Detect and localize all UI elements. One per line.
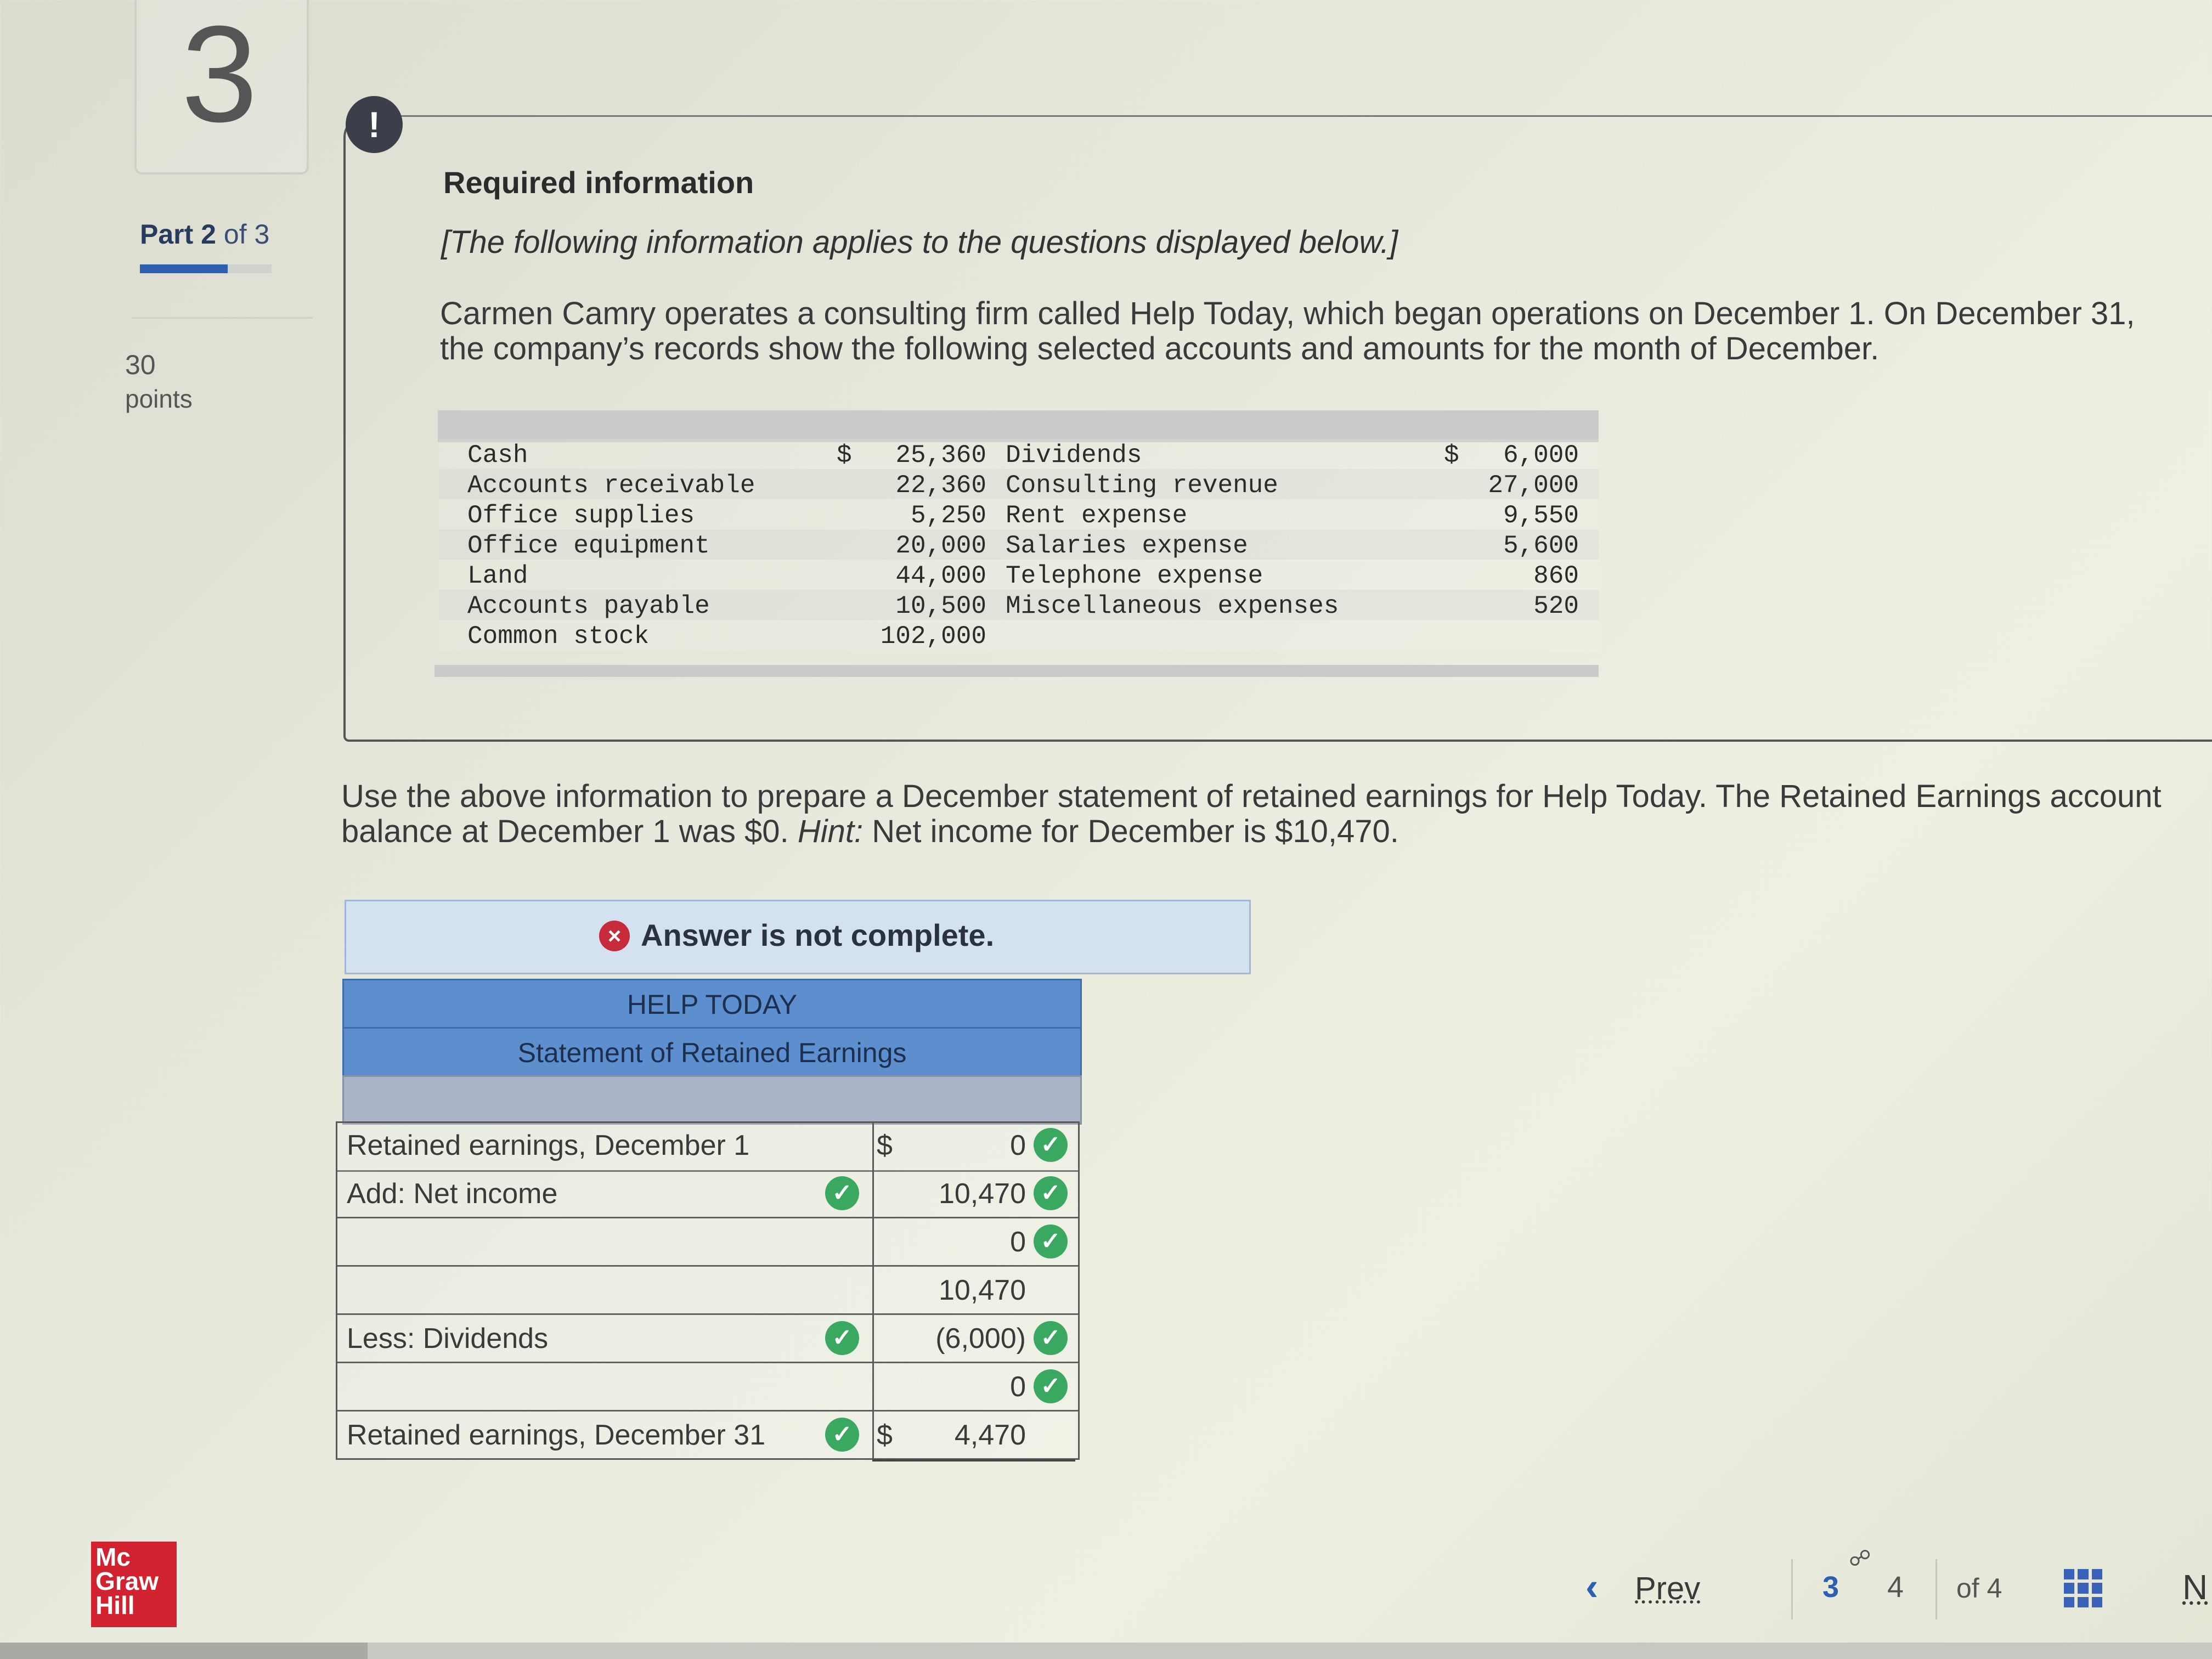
statement-row-label-field[interactable]: Less: Dividends (347, 1322, 548, 1355)
statement-amount-field[interactable]: 0 (872, 1129, 1026, 1162)
statement-date-row (342, 1075, 1082, 1125)
page-total: of 4 (1956, 1573, 2002, 1604)
required-info-paragraph: Carmen Camry operates a consulting firm … (440, 296, 2135, 366)
required-info-title: Required information (443, 165, 754, 200)
account-name: Dividends (1006, 441, 1142, 470)
account-amount: 5,600 (1503, 532, 1579, 560)
statement-amount-field[interactable]: 0 (872, 1226, 1026, 1259)
account-amount: 6,000 (1503, 441, 1579, 470)
total-double-underline (872, 1459, 1075, 1462)
statement-row-label-field[interactable]: Add: Net income (347, 1177, 557, 1210)
statement-amount-field[interactable]: 10,470 (872, 1274, 1026, 1307)
grid-icon[interactable] (2064, 1569, 2102, 1607)
hint-label: Hint: (797, 814, 864, 849)
statement-company: HELP TODAY (342, 979, 1082, 1030)
account-amount: 102,000 (880, 622, 986, 651)
part-progress-fill (140, 264, 228, 273)
next-button[interactable]: N (2182, 1567, 2208, 1607)
statement-title: Statement of Retained Earnings (342, 1027, 1082, 1079)
alert-icon: ! (346, 96, 403, 153)
logo-line: Graw (95, 1567, 159, 1595)
statement-amount-field[interactable]: 4,470 (872, 1419, 1026, 1452)
answer-status-text: Answer is not complete. (641, 918, 995, 952)
points-value: 30 (125, 349, 156, 380)
account-name: Land (467, 562, 528, 590)
account-name: Consulting revenue (1006, 471, 1278, 500)
account-amount: 9,550 (1503, 501, 1579, 530)
divider (132, 317, 313, 319)
account-name: Accounts receivable (467, 471, 755, 500)
statement-row-label-field[interactable]: Retained earnings, December 31 (347, 1419, 765, 1452)
account-amount: 44,000 (895, 562, 986, 590)
account-amount: 5,250 (910, 501, 986, 530)
points-label: points (125, 385, 193, 413)
check-icon: ✓ (1034, 1369, 1068, 1403)
account-name: Salaries expense (1006, 532, 1248, 560)
bottom-scrollbar-thumb[interactable] (0, 1643, 368, 1659)
account-amount: 25,360 (895, 441, 986, 470)
prev-button[interactable]: Prev (1635, 1570, 1700, 1607)
part-indicator: Part 2 of 3 (140, 218, 269, 250)
accounts-table-header-bar (438, 410, 1599, 442)
question-number: 3 (181, 0, 258, 150)
check-icon: ✓ (1034, 1321, 1068, 1355)
account-amount: 22,360 (895, 471, 986, 500)
check-icon: ✓ (825, 1176, 859, 1210)
chevron-left-icon[interactable]: ‹ (1585, 1565, 1598, 1609)
instructions: Use the above information to prepare a D… (341, 779, 2207, 849)
account-name: Rent expense (1006, 501, 1188, 530)
accounts-table-footer-bar (435, 665, 1599, 677)
account-name: Telephone expense (1006, 562, 1263, 590)
logo-line: Hill (95, 1591, 135, 1620)
account-amount: 10,500 (895, 592, 986, 620)
logo-line: Mc (95, 1543, 131, 1571)
part-of: of 3 (223, 219, 270, 250)
required-info-subtitle: [The following information applies to th… (441, 224, 1398, 260)
statement-amount-field[interactable]: (6,000) (872, 1322, 1026, 1355)
statement-row-label-field[interactable]: Retained earnings, December 1 (347, 1129, 749, 1162)
account-amount: 520 (1533, 592, 1579, 620)
account-amount: 20,000 (895, 532, 986, 560)
account-name: Cash (467, 441, 528, 470)
check-icon: ✓ (1034, 1176, 1068, 1210)
account-name: Office supplies (467, 501, 695, 530)
divider (1791, 1559, 1793, 1620)
page-current[interactable]: 3 (1822, 1570, 1839, 1604)
statement-amount-field[interactable]: 0 (872, 1370, 1026, 1403)
part-current: 2 (201, 219, 216, 250)
account-name: Common stock (467, 622, 650, 651)
account-name: Miscellaneous expenses (1006, 592, 1339, 620)
divider (1936, 1559, 1937, 1620)
error-icon: × (599, 921, 630, 951)
account-name: Accounts payable (467, 592, 710, 620)
check-icon: ✓ (825, 1418, 859, 1452)
page-next[interactable]: 4 (1887, 1570, 1904, 1604)
account-amount: 27,000 (1488, 471, 1579, 500)
check-icon: ✓ (825, 1321, 859, 1355)
account-name: Office equipment (467, 532, 710, 560)
part-label: Part (140, 219, 194, 250)
mcgraw-hill-logo: Mc Graw Hill (91, 1542, 177, 1627)
link-icon: ☍ (1849, 1547, 1871, 1571)
check-icon: ✓ (1034, 1224, 1068, 1259)
statement-amount-field[interactable]: 10,470 (872, 1177, 1026, 1210)
account-amount: 860 (1533, 562, 1579, 590)
hint-text: Net income for December is $10,470. (872, 814, 1399, 849)
check-icon: ✓ (1034, 1128, 1068, 1162)
